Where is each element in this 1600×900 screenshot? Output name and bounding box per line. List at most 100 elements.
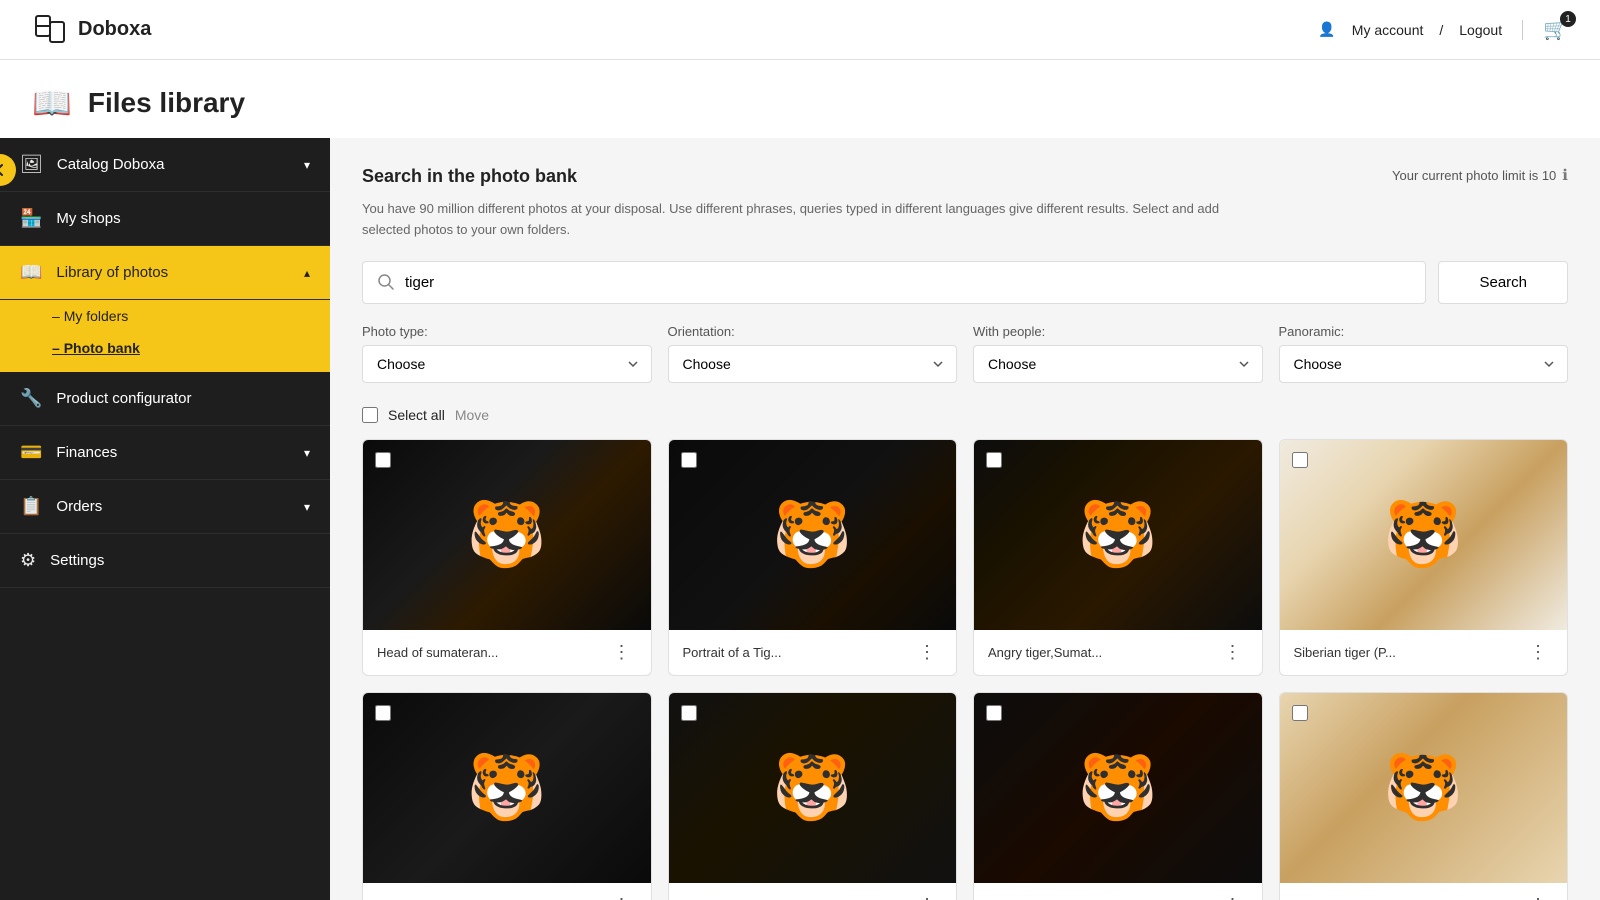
photo-card-4-title: Siberian tiger (P...: [1294, 645, 1524, 660]
photo-card-3-footer: Angry tiger,Sumat... ⋮: [974, 630, 1262, 675]
page-header-icon: 📖: [32, 84, 72, 122]
photo-bank-title: Search in the photo bank: [362, 166, 577, 187]
sidebar-sub-photo-bank[interactable]: – Photo bank: [0, 332, 330, 364]
photo-card-1: 🐯 Head of sumateran... ⋮: [362, 439, 652, 676]
photo-grid: 🐯 Head of sumateran... ⋮ 🐯 Portrait of a…: [362, 439, 1568, 900]
filter-panoramic: Panoramic: Choose: [1279, 324, 1569, 383]
photo-card-2-title: Portrait of a Tig...: [683, 645, 913, 660]
select-all-checkbox[interactable]: [362, 407, 378, 423]
filter-with-people: With people: Choose: [973, 324, 1263, 383]
move-button[interactable]: Move: [455, 407, 489, 423]
my-account-link[interactable]: My account: [1352, 22, 1424, 38]
photo-limit-info-icon[interactable]: ℹ: [1562, 166, 1568, 184]
photo-card-4-image: 🐯: [1280, 440, 1568, 630]
topbar: Doboxa 👤 My account / Logout 🛒 1: [0, 0, 1600, 60]
sidebar-item-my-shops-label: My shops: [56, 210, 120, 227]
cart-icon[interactable]: 🛒 1: [1543, 17, 1568, 42]
photo-card-2: 🐯 Portrait of a Tig... ⋮: [668, 439, 958, 676]
photo-card-3-menu[interactable]: ⋮: [1218, 640, 1248, 665]
filter-orientation: Orientation: Choose: [668, 324, 958, 383]
sidebar-item-catalog-label: Catalog Doboxa: [57, 156, 165, 173]
page-title: Files library: [88, 87, 245, 119]
logo-icon: [32, 12, 68, 48]
filter-photo-type-select[interactable]: Choose: [362, 345, 652, 383]
photo-bank-description: You have 90 million different photos at …: [362, 199, 1262, 241]
finances-chevron-icon: ▾: [304, 446, 310, 460]
select-all-row: Select all Move: [362, 407, 1568, 423]
page-header: 📖 Files library: [0, 60, 1600, 138]
sidebar-item-catalog[interactable]: 🖼 Catalog Doboxa ▾: [0, 138, 330, 192]
photo-card-3-checkbox[interactable]: [986, 452, 1002, 468]
photo-card-3-image: 🐯: [974, 440, 1262, 630]
photo-card-6: 🐯 Tiger photo 6 ⋮: [668, 692, 958, 900]
sidebar-sub-my-folders[interactable]: – My folders: [0, 300, 330, 332]
photo-card-4: 🐯 Siberian tiger (P... ⋮: [1279, 439, 1569, 676]
search-input-wrapper: [362, 261, 1426, 304]
photo-card-1-title: Head of sumateran...: [377, 645, 607, 660]
settings-icon: ⚙: [20, 550, 36, 571]
photo-card-7-image: 🐯: [974, 693, 1262, 883]
catalog-icon: 🖼: [20, 154, 43, 175]
photo-card-4-menu[interactable]: ⋮: [1523, 640, 1553, 665]
chevron-left-icon: [0, 163, 7, 177]
page-wrapper: 📖 Files library 🖼 Catalog Doboxa ▾: [0, 60, 1600, 900]
filter-orientation-select[interactable]: Choose: [668, 345, 958, 383]
photo-card-1-menu[interactable]: ⋮: [607, 640, 637, 665]
photo-card-1-image: 🐯: [363, 440, 651, 630]
filter-panoramic-label: Panoramic:: [1279, 324, 1569, 339]
filter-orientation-label: Orientation:: [668, 324, 958, 339]
photo-card-7: 🐯 Tiger photo 7 ⋮: [973, 692, 1263, 900]
sidebar-item-finances[interactable]: 💳 Finances ▾: [0, 426, 330, 480]
topbar-right: 👤 My account / Logout 🛒 1: [1318, 17, 1568, 42]
filter-photo-type: Photo type: Choose: [362, 324, 652, 383]
product-config-icon: 🔧: [20, 388, 42, 409]
filter-panoramic-select[interactable]: Choose: [1279, 345, 1569, 383]
photo-card-8: 🐯 Tiger photo 8 ⋮: [1279, 692, 1569, 900]
search-button[interactable]: Search: [1438, 261, 1568, 304]
my-shops-icon: 🏪: [20, 208, 42, 229]
sidebar-item-library[interactable]: 📖 Library of photos ▴: [0, 246, 330, 300]
sidebar-item-orders-label: Orders: [56, 498, 102, 515]
search-icon: [377, 273, 395, 291]
filters-row: Photo type: Choose Orientation: Choose W…: [362, 324, 1568, 383]
photo-card-3-title: Angry tiger,Sumat...: [988, 645, 1218, 660]
photo-card-4-checkbox[interactable]: [1292, 452, 1308, 468]
photo-card-2-footer: Portrait of a Tig... ⋮: [669, 630, 957, 675]
photo-card-7-checkbox[interactable]: [986, 705, 1002, 721]
photo-card-1-checkbox[interactable]: [375, 452, 391, 468]
photo-card-6-footer: Tiger photo 6 ⋮: [669, 883, 957, 900]
catalog-chevron-icon: ▾: [304, 158, 310, 172]
sidebar-item-settings[interactable]: ⚙ Settings: [0, 534, 330, 588]
photo-card-6-menu[interactable]: ⋮: [912, 893, 942, 900]
photo-card-2-menu[interactable]: ⋮: [912, 640, 942, 665]
photo-card-5-image: 🐯: [363, 693, 651, 883]
photo-card-4-footer: Siberian tiger (P... ⋮: [1280, 630, 1568, 675]
sidebar-item-my-shops[interactable]: 🏪 My shops: [0, 192, 330, 246]
photo-card-8-image: 🐯: [1280, 693, 1568, 883]
logout-link[interactable]: Logout: [1459, 22, 1502, 38]
photo-card-5-menu[interactable]: ⋮: [607, 893, 637, 900]
filter-photo-type-label: Photo type:: [362, 324, 652, 339]
search-input[interactable]: [405, 262, 1411, 303]
photo-card-8-checkbox[interactable]: [1292, 705, 1308, 721]
photo-card-2-image: 🐯: [669, 440, 957, 630]
sidebar-sub-library: – My folders – Photo bank: [0, 300, 330, 372]
sidebar-sub-my-folders-dash: –: [52, 308, 64, 324]
photo-card-2-checkbox[interactable]: [681, 452, 697, 468]
photo-card-6-checkbox[interactable]: [681, 705, 697, 721]
sidebar-item-orders[interactable]: 📋 Orders ▾: [0, 480, 330, 534]
photo-card-5-checkbox[interactable]: [375, 705, 391, 721]
photo-card-8-menu[interactable]: ⋮: [1523, 893, 1553, 900]
filter-with-people-select[interactable]: Choose: [973, 345, 1263, 383]
sidebar-item-product-config[interactable]: 🔧 Product configurator: [0, 372, 330, 426]
photo-card-6-image: 🐯: [669, 693, 957, 883]
content-area: 🖼 Catalog Doboxa ▾ 🏪 My shops 📖 Library …: [0, 138, 1600, 900]
search-row: Search: [362, 261, 1568, 304]
sidebar-item-finances-label: Finances: [56, 444, 117, 461]
logo[interactable]: Doboxa: [32, 12, 151, 48]
photo-card-3: 🐯 Angry tiger,Sumat... ⋮: [973, 439, 1263, 676]
photo-card-7-menu[interactable]: ⋮: [1218, 893, 1248, 900]
sidebar-sub-photo-bank-dash: –: [52, 340, 64, 356]
cart-badge: 1: [1560, 11, 1576, 27]
library-chevron-icon: ▴: [304, 266, 310, 280]
